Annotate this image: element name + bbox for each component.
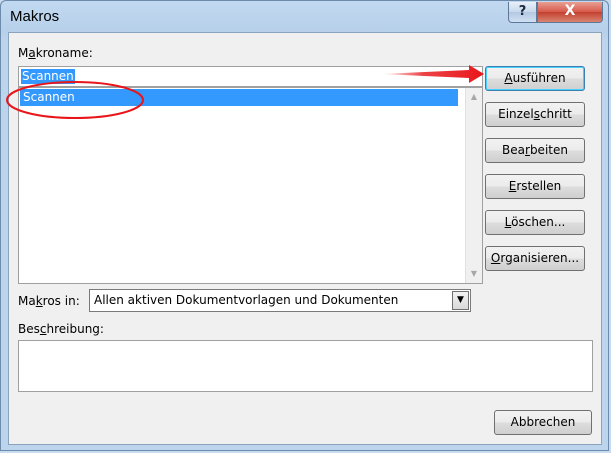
dialog-title: Makros [10, 8, 60, 25]
list-item[interactable]: Scannen [20, 89, 458, 106]
makroname-input[interactable]: Scannen [18, 66, 483, 87]
makros-in-select[interactable]: Allen aktiven Dokumentvorlagen und Dokum… [89, 289, 471, 312]
makroname-value: Scannen [21, 69, 75, 84]
beschreibung-field [18, 340, 593, 392]
scroll-up-icon[interactable]: ▲ [466, 89, 482, 105]
close-button[interactable]: X [537, 2, 603, 23]
help-icon: ? [518, 4, 527, 19]
organisieren-button[interactable]: Organisieren... [485, 246, 585, 271]
abbrechen-button[interactable]: Abbrechen [494, 410, 592, 435]
makroname-label: Makroname: [18, 46, 93, 60]
chevron-down-icon[interactable]: ▼ [452, 291, 469, 310]
einzelschritt-button[interactable]: Einzelschritt [485, 102, 585, 127]
help-button[interactable]: ? [508, 2, 537, 23]
makros-dialog: Makros ? X Makroname: Scannen Scannen ▲ … [0, 0, 609, 451]
erstellen-button[interactable]: Erstellen [485, 174, 585, 199]
list-scrollbar[interactable]: ▲ ▼ [465, 88, 482, 283]
macro-list[interactable]: Scannen ▲ ▼ [18, 87, 483, 284]
scroll-down-icon[interactable]: ▼ [466, 266, 482, 282]
ausfuehren-button[interactable]: Ausführen [485, 66, 585, 91]
beschreibung-label: Beschreibung: [18, 322, 104, 336]
makros-in-value: Allen aktiven Dokumentvorlagen und Dokum… [94, 293, 399, 307]
makros-in-label: Makros in: [18, 294, 80, 308]
dialog-client: Makroname: Scannen Scannen ▲ ▼ Ausführen… [8, 32, 602, 445]
loeschen-button[interactable]: Löschen... [485, 210, 585, 235]
close-icon: X [564, 3, 576, 19]
bearbeiten-button[interactable]: Bearbeiten [485, 138, 585, 163]
